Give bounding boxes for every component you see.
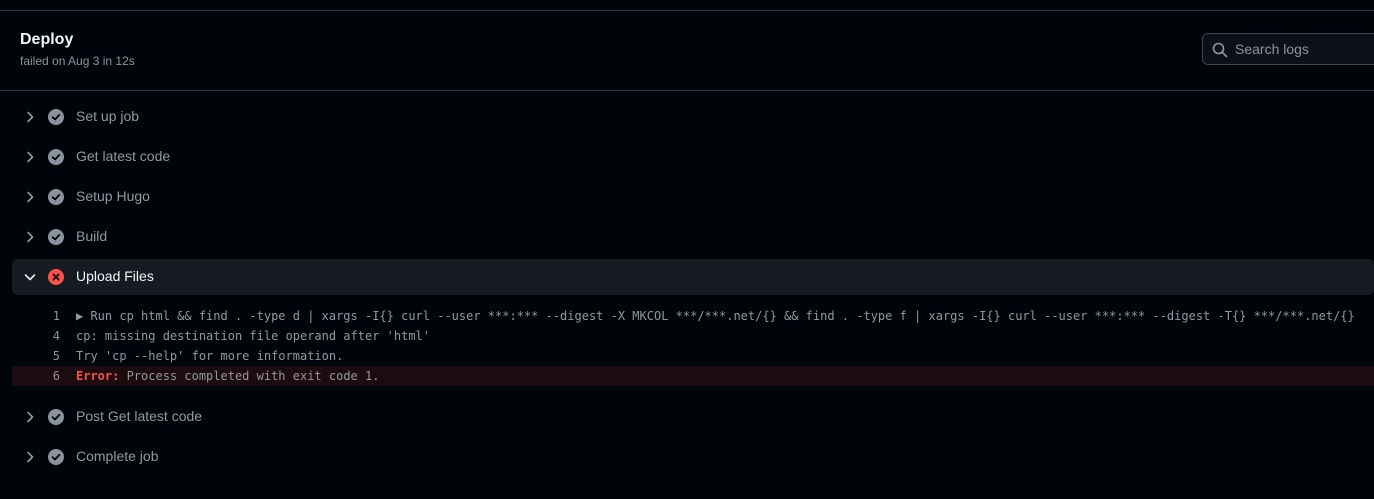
chevron-right-icon[interactable] [22,109,38,125]
log-line-number[interactable]: 4 [12,326,60,346]
step-setup-hugo[interactable]: Setup Hugo [12,179,1374,215]
log-line-number[interactable]: 5 [12,346,60,366]
chevron-down-icon[interactable] [22,269,38,285]
chevron-right-icon[interactable] [22,449,38,465]
error-prefix: Error: [76,369,120,383]
log-line[interactable]: 4 cp: missing destination file operand a… [12,326,1374,346]
check-circle-icon [48,149,64,165]
step-label: Build [76,228,108,244]
step-set-up-job[interactable]: Set up job [12,99,1374,135]
step-label: Post Get latest code [76,408,203,424]
step-label: Complete job [76,448,159,464]
job-title: Deploy [20,31,74,48]
step-get-latest-code[interactable]: Get latest code [12,139,1374,175]
error-message: Process completed with exit code 1. [119,369,380,383]
top-bar [0,0,1374,11]
log-line-text: Error: Process completed with exit code … [76,366,379,386]
log-line-number[interactable]: 6 [12,366,60,386]
log-line-text: Try 'cp --help' for more information. [76,349,344,363]
step-label: Upload Files [76,268,154,284]
x-circle-icon [48,269,64,285]
step-post-get-latest-code[interactable]: Post Get latest code [12,399,1374,435]
check-circle-icon [48,189,64,205]
log-line[interactable]: 5 Try 'cp --help' for more information. [12,346,1374,366]
log-line[interactable]: 1 ▶ Run cp html && find . -type d | xarg… [12,306,1374,326]
search-icon [1212,42,1228,58]
chevron-right-icon[interactable] [22,229,38,245]
search-logs-box[interactable] [1202,33,1374,65]
step-upload-files[interactable]: Upload Files [12,259,1374,295]
job-status-subtitle: failed on Aug 3 in 12s [20,54,135,68]
log-line-text: cp: missing destination file operand aft… [76,329,431,343]
log-line-text: ▶ Run cp html && find . -type d | xargs … [76,309,1355,323]
step-label: Setup Hugo [76,188,150,204]
step-label: Get latest code [76,148,171,164]
log-line-error[interactable]: 6 Error: Process completed with exit cod… [12,366,1374,386]
check-circle-icon [48,409,64,425]
chevron-right-icon[interactable] [22,409,38,425]
step-build[interactable]: Build [12,219,1374,255]
search-logs-input[interactable] [1235,34,1374,64]
step-label: Set up job [76,108,140,124]
check-circle-icon [48,109,64,125]
job-header: Deploy failed on Aug 3 in 12s [0,11,1374,91]
chevron-right-icon[interactable] [22,189,38,205]
check-circle-icon [48,449,64,465]
chevron-right-icon[interactable] [22,149,38,165]
log-line-number[interactable]: 1 [12,306,60,326]
check-circle-icon [48,229,64,245]
step-complete-job[interactable]: Complete job [12,439,1374,475]
